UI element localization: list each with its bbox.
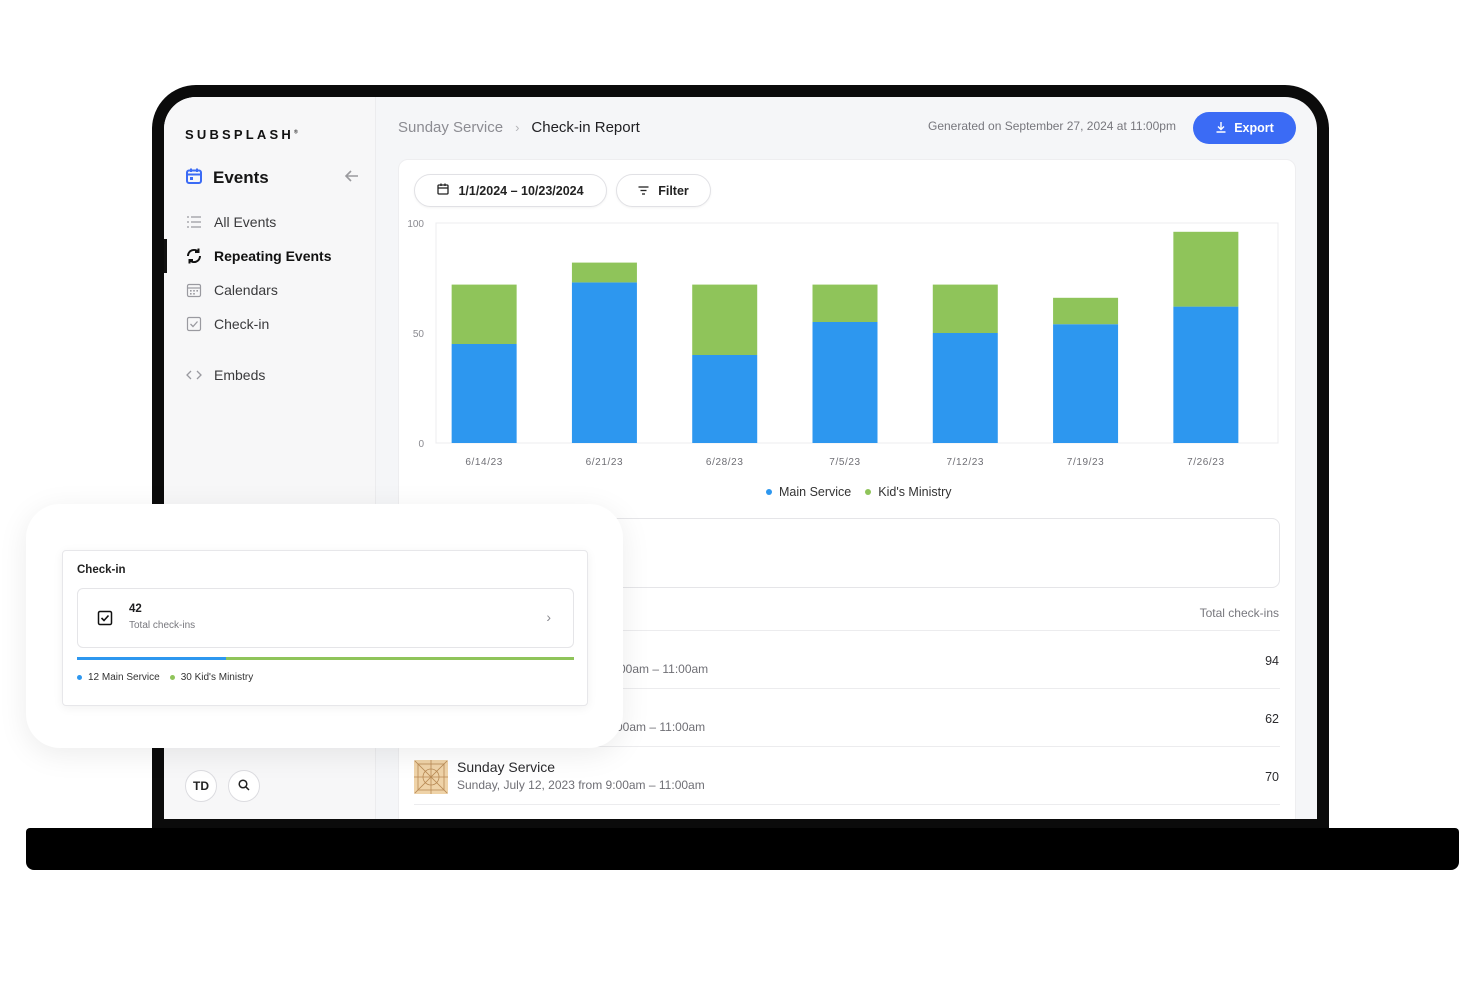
event-subtitle: Sunday, July 12, 2023 from 9:00am – 11:0…: [457, 778, 705, 792]
search-icon: [238, 778, 250, 794]
row-time: 00am – 11:00am: [619, 662, 709, 676]
event-title[interactable]: Sunday Service: [457, 759, 555, 775]
x-tick-label: 7/19/23: [1067, 457, 1105, 468]
x-tick-label: 7/12/23: [946, 457, 984, 468]
events-header: Events: [185, 167, 361, 189]
bar-main-service: [451, 344, 517, 443]
download-icon: [1215, 121, 1227, 136]
x-tick-label: 6/14/23: [465, 457, 503, 468]
bar-main-service: [1173, 306, 1239, 443]
x-tick-label: 6/21/23: [586, 457, 624, 468]
bar-kids-ministry: [451, 284, 517, 344]
bar-kids-ministry: [932, 284, 998, 333]
chevron-right-icon: ›: [515, 120, 520, 135]
row-total: 62: [1265, 712, 1279, 726]
widget-legend: 12 Main Service 30 Kid's Ministry: [77, 672, 253, 683]
bar-main-service: [932, 333, 998, 443]
y-tick-label: 100: [407, 219, 424, 230]
x-tick-label: 7/5/23: [829, 457, 860, 468]
widget-title: Check-in: [77, 564, 126, 576]
bar-kids-ministry: [571, 262, 637, 283]
total-checkins-row[interactable]: 42 Total check-ins ›: [77, 588, 574, 648]
checkbox-icon: [185, 315, 203, 333]
legend-dot-main: [77, 675, 82, 680]
y-tick-label: 0: [418, 439, 424, 450]
column-header-total-checkins: Total check-ins: [1199, 606, 1279, 620]
bar-kids-ministry: [1053, 297, 1119, 325]
bar-main-service: [1053, 324, 1119, 443]
repeat-icon: [185, 247, 203, 265]
back-arrow-icon[interactable]: [343, 167, 361, 190]
sidebar-item-repeating-events[interactable]: Repeating Events: [185, 245, 331, 267]
legend-label: 30 Kid's Ministry: [180, 672, 254, 683]
sidebar-item-embeds[interactable]: Embeds: [185, 364, 265, 386]
date-range-picker[interactable]: 1/1/2024 – 10/23/2024: [414, 174, 607, 207]
x-tick-label: 7/26/23: [1187, 457, 1225, 468]
calendar-small-icon: [437, 183, 450, 198]
legend-label: Kid's Ministry: [878, 485, 952, 499]
section-title: Events: [213, 168, 269, 187]
bar-kids-ministry: [692, 284, 758, 355]
code-icon: [185, 366, 203, 384]
checkin-widget: Check-in 42 Total check-ins › 12 Main Se…: [62, 550, 588, 706]
sidebar-item-check-in[interactable]: Check-in: [185, 313, 269, 335]
chart-legend: Main Service Kid's Ministry: [766, 485, 951, 499]
sidebar-item-label: Embeds: [214, 367, 266, 383]
filter-button[interactable]: Filter: [616, 174, 711, 207]
sidebar-item-label: Check-in: [214, 316, 270, 332]
sidebar-item-calendars[interactable]: Calendars: [185, 279, 278, 301]
checkin-popover: Check-in 42 Total check-ins › 12 Main Se…: [26, 504, 623, 748]
bar-main-service: [571, 282, 637, 443]
sidebar-item-label: Calendars: [214, 282, 278, 298]
row-total: 94: [1265, 654, 1279, 668]
search-button[interactable]: [228, 770, 260, 802]
laptop-base: [26, 828, 1459, 870]
stacked-bar-chart: 0 50 100 6/14/23 6/21/23 6/28/23 7/5/23 7/12/23…: [407, 219, 1279, 468]
legend-label: Main Service: [779, 485, 852, 499]
total-checkins-value: 42: [129, 603, 142, 615]
logo: SUBSPLASH®: [185, 127, 298, 142]
sidebar-item-label: All Events: [214, 214, 277, 230]
page-title: Check-in Report: [531, 119, 640, 136]
bar-kids-ministry: [812, 284, 878, 322]
row-total: 70: [1265, 770, 1279, 784]
sidebar-item-all-events[interactable]: All Events: [185, 211, 276, 233]
generated-timestamp: Generated on September 27, 2024 at 11:00…: [928, 119, 1176, 133]
main-service-segment: [77, 657, 227, 660]
date-range-label: 1/1/2024 – 10/23/2024: [458, 183, 584, 198]
breadcrumb-parent[interactable]: Sunday Service: [398, 119, 503, 136]
bar-main-service: [692, 355, 758, 443]
chevron-right-icon: ›: [546, 609, 551, 625]
breadcrumb: Sunday Service › Check-in Report: [398, 119, 640, 136]
active-indicator: [164, 239, 167, 273]
user-avatar[interactable]: TD: [185, 770, 217, 802]
filter-label: Filter: [658, 183, 689, 198]
row-divider: [414, 804, 1280, 805]
y-tick-label: 50: [413, 329, 425, 340]
legend-dot-kids: [169, 675, 175, 680]
calendar-icon: [185, 167, 203, 190]
legend-dot-kids: [865, 489, 872, 495]
legend-item-main-service: Main Service: [766, 485, 851, 499]
legend-label: 12 Main Service: [88, 672, 160, 683]
legend-item-kids-ministry: Kid's Ministry: [865, 485, 951, 499]
checkbox-checked-icon: [97, 610, 113, 626]
widget-legend-main: 12 Main Service: [77, 672, 160, 683]
total-checkins-label: Total check-ins: [129, 620, 196, 631]
widget-legend-kids: 30 Kid's Ministry: [169, 672, 254, 683]
filter-icon: [638, 184, 649, 198]
sidebar-footer: TD: [185, 770, 260, 802]
x-tick-label: 6/28/23: [706, 457, 744, 468]
calendar-grid-icon: [185, 281, 203, 299]
checkin-split-bar: [77, 657, 574, 660]
list-icon: [185, 213, 203, 231]
legend-dot-main: [766, 489, 772, 495]
bar-kids-ministry: [1173, 231, 1239, 307]
export-button[interactable]: Export: [1193, 112, 1296, 144]
export-label: Export: [1234, 121, 1274, 135]
event-thumbnail: [414, 760, 448, 794]
sidebar-item-label: Repeating Events: [214, 248, 332, 264]
row-time: 00am – 11:00am: [616, 720, 706, 734]
bar-main-service: [812, 322, 878, 443]
